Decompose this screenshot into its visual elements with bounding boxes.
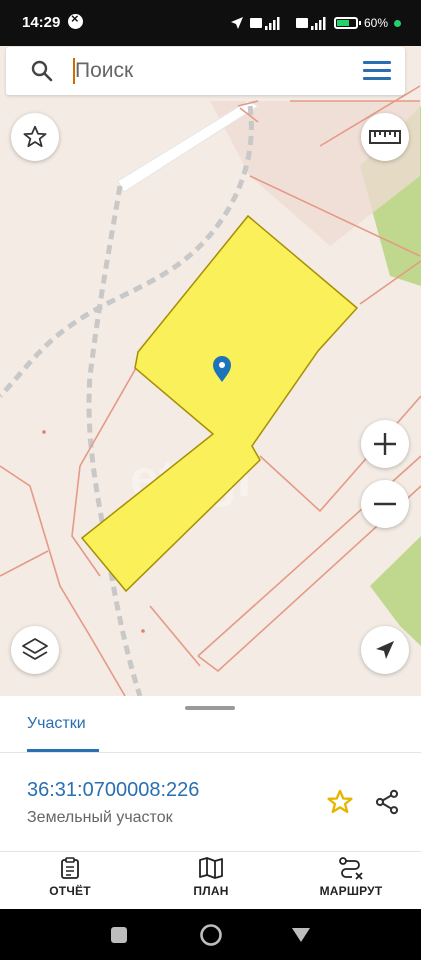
my-location-button[interactable]: [361, 626, 409, 674]
zoom-out-button[interactable]: [361, 480, 409, 528]
search-input[interactable]: [75, 55, 345, 87]
dirt-track-2: [86, 185, 143, 696]
map-canvas: etagi: [0, 85, 421, 696]
menu-icon[interactable]: [363, 59, 393, 83]
favorites-button[interactable]: [11, 113, 59, 161]
search-icon[interactable]: [30, 59, 54, 83]
star-outline-icon: [23, 125, 47, 148]
battery-icon: [333, 17, 361, 29]
divider: [0, 752, 421, 753]
layers-icon: [22, 638, 48, 660]
parcel-info-sheet: Участки 36:31:0700008:226 Земельный учас…: [0, 696, 421, 909]
back-icon[interactable]: [291, 926, 311, 944]
recent-apps-icon[interactable]: [110, 926, 128, 944]
property-type: Земельный участок: [27, 809, 173, 826]
report-label: ОТЧЁТ: [49, 884, 91, 898]
plus-icon: [374, 433, 396, 455]
status-bar: 14:29 60%: [0, 0, 421, 46]
tab-parcels[interactable]: Участки: [27, 715, 86, 733]
plan-nav-button[interactable]: ПЛАН: [183, 856, 239, 906]
ruler-icon: [369, 130, 401, 144]
map-icon: [199, 857, 223, 879]
zoom-in-button[interactable]: [361, 420, 409, 468]
map-view[interactable]: etagi: [0, 46, 421, 696]
cadastral-number[interactable]: 36:31:0700008:226: [27, 779, 199, 802]
search-bar[interactable]: [6, 47, 405, 95]
route-nav-button[interactable]: МАРШРУТ: [313, 856, 389, 906]
plan-label: ПЛАН: [193, 884, 229, 898]
selected-parcel[interactable]: [80, 214, 359, 593]
home-icon[interactable]: [199, 923, 223, 947]
system-navigation-bar: [0, 909, 421, 960]
location-arrow-icon: [230, 17, 243, 29]
minus-icon: [374, 502, 396, 506]
ruler-button[interactable]: [361, 113, 409, 161]
privacy-dot-icon: [394, 19, 401, 27]
route-icon: [339, 857, 363, 880]
signal-icon-2: [295, 17, 326, 30]
layers-button[interactable]: [11, 626, 59, 674]
divider-2: [0, 851, 421, 852]
status-time: 14:29: [22, 14, 61, 31]
add-favorite-star-icon[interactable]: [326, 788, 354, 816]
navigation-arrow-icon: [376, 641, 394, 659]
battery-level: 60%: [363, 16, 388, 30]
signal-icon: [249, 17, 280, 30]
route-label: МАРШРУТ: [319, 884, 383, 898]
drag-handle[interactable]: [185, 706, 235, 710]
share-icon[interactable]: [373, 788, 401, 816]
status-icons: 60%: [230, 12, 401, 34]
report-nav-button[interactable]: ОТЧЁТ: [42, 856, 98, 906]
clipboard-icon: [61, 857, 79, 879]
notification-icon: [68, 11, 83, 29]
